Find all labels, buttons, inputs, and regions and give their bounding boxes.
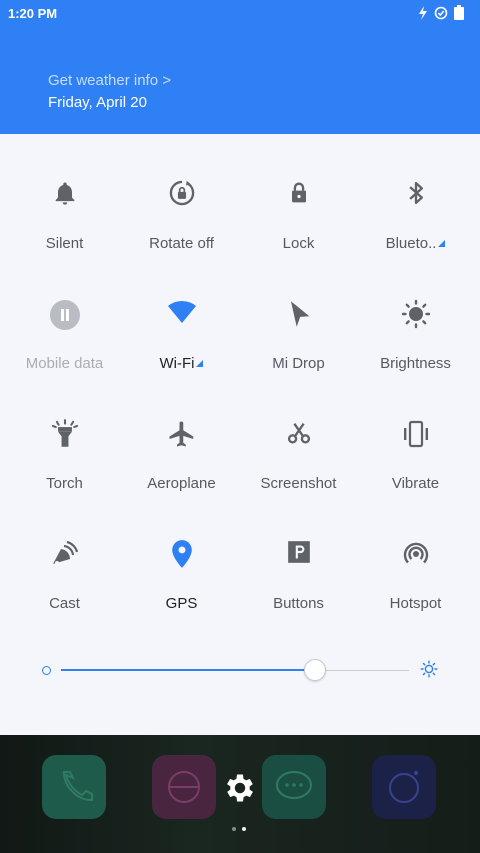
wifi-icon [167,300,196,323]
sun-icon [401,299,430,329]
hotspot-icon [403,542,428,564]
tile-label: Lock [282,235,315,252]
home-screen-background [0,735,480,853]
status-time: 1:20 PM [8,6,58,21]
brightness-slider[interactable] [0,654,480,686]
dock-browser-app[interactable] [152,755,216,819]
tile-cast[interactable]: Cast [6,494,123,612]
tile-torch[interactable]: Torch [6,374,123,492]
pause-icon [49,300,80,330]
phone-icon [62,771,93,802]
quick-settings-panel: Silent Rotate off Lock Blueto.. Mobile d… [0,134,480,735]
tile-bluetooth[interactable]: Blueto.. [357,134,474,252]
notification-header: 1:20 PM Get weather info > Friday, April… [0,0,480,134]
status-icons [418,5,464,20]
tile-label: Aeroplane [147,475,216,492]
page-dot-active [242,827,246,831]
tile-lock[interactable]: Lock [240,134,357,252]
tile-mobile-data[interactable]: Mobile data [6,254,123,372]
location-pin-icon [171,540,192,568]
tile-label: Brightness [380,355,451,372]
tile-label: Wi-Fi [159,355,195,372]
page-dot [232,827,236,831]
bell-icon [55,182,74,205]
tile-label: GPS [165,595,198,612]
tile-label: Screenshot [260,475,337,492]
tile-label: Blueto.. [385,235,437,252]
vibrate-icon [403,420,428,448]
expand-indicator-icon [196,360,204,367]
dock-camera-app[interactable] [372,755,436,819]
tile-rotate[interactable]: Rotate off [123,134,240,252]
tile-buttons[interactable]: Buttons [240,494,357,612]
camera-icon [389,771,419,803]
brightness-high-icon [420,660,438,678]
scissors-icon [287,423,310,444]
tile-label: Buttons [273,595,324,612]
tile-label: Cast [49,595,80,612]
tile-label: Hotspot [389,595,442,612]
tile-label: Mobile data [25,355,104,372]
dock-messages-app[interactable] [262,755,326,819]
tile-label: Torch [46,475,83,492]
tile-silent[interactable]: Silent [6,134,123,252]
lock-icon [291,182,306,203]
airplane-icon [169,421,193,447]
bluetooth-icon [408,181,423,205]
tile-mi-drop[interactable]: Mi Drop [240,254,357,372]
tile-label: Mi Drop [272,355,325,372]
rotate-lock-icon [169,180,194,206]
mi-drop-icon [290,301,309,327]
buttons-p-icon [287,541,310,563]
page-indicator [232,827,246,831]
tile-label: Vibrate [391,475,440,492]
status-bar: 1:20 PM [0,0,480,28]
torch-icon [51,419,78,447]
data-saver-icon [434,6,448,19]
weather-info-link[interactable]: Get weather info > [48,72,171,89]
charging-bolt-icon [419,5,427,20]
tile-vibrate[interactable]: Vibrate [357,374,474,492]
settings-gear-icon[interactable] [222,770,258,806]
tile-screenshot[interactable]: Screenshot [240,374,357,492]
header-date: Friday, April 20 [48,94,147,111]
tile-hotspot[interactable]: Hotspot [357,494,474,612]
slider-thumb[interactable] [304,659,327,681]
slider-fill [61,669,316,671]
battery-icon [454,5,464,20]
tile-label: Silent [45,235,84,252]
expand-indicator-icon [438,240,446,247]
brightness-low-icon [42,666,51,675]
dock-phone-app[interactable] [42,755,106,819]
tile-aeroplane[interactable]: Aeroplane [123,374,240,492]
tile-brightness[interactable]: Brightness [357,254,474,372]
browser-icon [168,771,200,803]
tile-gps[interactable]: GPS [123,494,240,612]
tile-wifi[interactable]: Wi-Fi [123,254,240,372]
tile-label: Rotate off [149,235,214,252]
messages-icon [276,771,312,799]
cast-icon [52,540,78,565]
